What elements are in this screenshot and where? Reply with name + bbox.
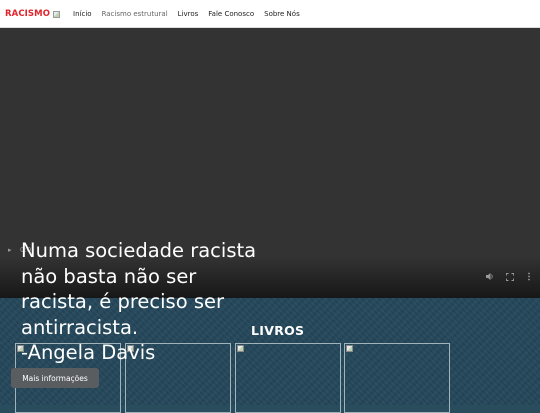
quote-line: Numa sociedade racista xyxy=(21,239,257,262)
quote-author: -Angela Davis xyxy=(21,341,156,364)
quote-line: não basta não ser xyxy=(21,264,197,288)
nav-link-inicio[interactable]: Início xyxy=(73,10,92,18)
volume-icon[interactable] xyxy=(485,272,494,281)
nav-link-livros[interactable]: Livros xyxy=(178,10,199,18)
more-info-button[interactable]: Mais informações xyxy=(11,368,99,388)
hero-quote: Numa sociedade racista não basta não ser… xyxy=(21,238,291,366)
more-vertical-icon[interactable] xyxy=(526,272,532,281)
play-icon[interactable]: ▸ xyxy=(8,246,12,254)
fullscreen-icon[interactable] xyxy=(506,273,514,281)
quote-line: antirracista. xyxy=(21,315,139,339)
quote-line: racista, é preciso ser xyxy=(21,290,225,313)
top-navbar: RACISMO Início Racismo estrutural Livros… xyxy=(0,0,540,28)
nav-link-fale-conosco[interactable]: Fale Conosco xyxy=(208,10,254,18)
brand-logo-text[interactable]: RACISMO xyxy=(5,9,50,19)
broken-image-icon xyxy=(53,11,61,18)
book-card[interactable] xyxy=(344,343,450,413)
nav-link-sobre-nos[interactable]: Sobre Nós xyxy=(264,10,300,18)
broken-image-icon xyxy=(346,345,353,352)
nav-link-racismo-estrutural[interactable]: Racismo estrutural xyxy=(102,10,168,18)
